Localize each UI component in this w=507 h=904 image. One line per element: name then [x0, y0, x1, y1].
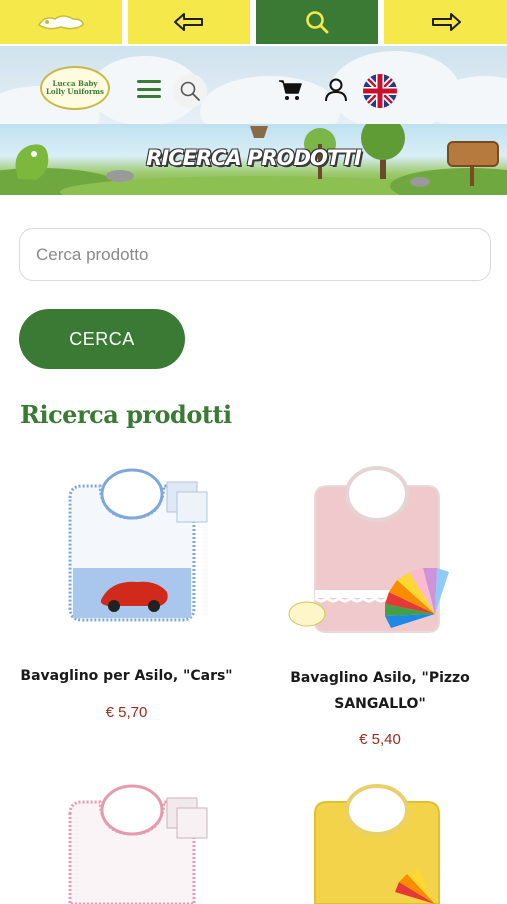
search-icon — [306, 11, 329, 34]
arrow-left-icon — [174, 13, 203, 31]
product-image-pink-bib[interactable] — [42, 782, 212, 904]
nav-back-button[interactable] — [128, 0, 250, 44]
search-submit-button[interactable]: CERCA — [19, 309, 185, 369]
product-name-line2[interactable]: SANGALLO" — [253, 691, 507, 717]
section-title: Ricerca prodotti — [20, 400, 232, 429]
product-search-input[interactable] — [19, 228, 491, 281]
header-search-button[interactable] — [173, 74, 207, 108]
search-icon — [180, 81, 200, 101]
product-card[interactable] — [0, 778, 253, 904]
product-image-cars-bib[interactable] — [42, 468, 212, 638]
product-price: € 5,40 — [359, 731, 401, 748]
site-header: Lucca Baby Lolly Uniforms — [0, 46, 507, 124]
product-card[interactable]: Bavaglino Asilo, "Pizzo SANGALLO" € 5,40 — [253, 460, 507, 760]
top-nav-bar — [0, 0, 507, 46]
product-image-sangallo-bib[interactable] — [285, 464, 465, 644]
banner-title: RICERCA PRODOTTI — [146, 146, 362, 170]
product-image-yellow-bib[interactable] — [285, 782, 465, 904]
product-name[interactable]: Bavaglino per Asilo, "Cars" — [0, 663, 253, 689]
product-card[interactable] — [253, 778, 507, 904]
product-name[interactable]: Bavaglino Asilo, "Pizzo — [253, 665, 507, 691]
logo-text-line2: Lolly Uniforms — [46, 87, 104, 96]
nav-forward-button[interactable] — [384, 0, 507, 44]
cart-icon[interactable] — [277, 77, 303, 103]
arrow-right-icon — [431, 13, 461, 31]
user-icon[interactable] — [323, 77, 349, 103]
menu-icon[interactable] — [137, 80, 161, 98]
product-price: € 5,70 — [105, 704, 148, 721]
product-card[interactable]: Bavaglino per Asilo, "Cars" € 5,70 — [0, 460, 253, 730]
page-banner: RICERCA PRODOTTI — [0, 124, 507, 195]
uk-flag-icon[interactable] — [363, 74, 397, 108]
home-logo-icon — [37, 15, 84, 30]
nav-search-button[interactable] — [256, 0, 378, 44]
site-logo[interactable]: Lucca Baby Lolly Uniforms — [40, 66, 110, 110]
nav-home-button[interactable] — [0, 0, 122, 44]
